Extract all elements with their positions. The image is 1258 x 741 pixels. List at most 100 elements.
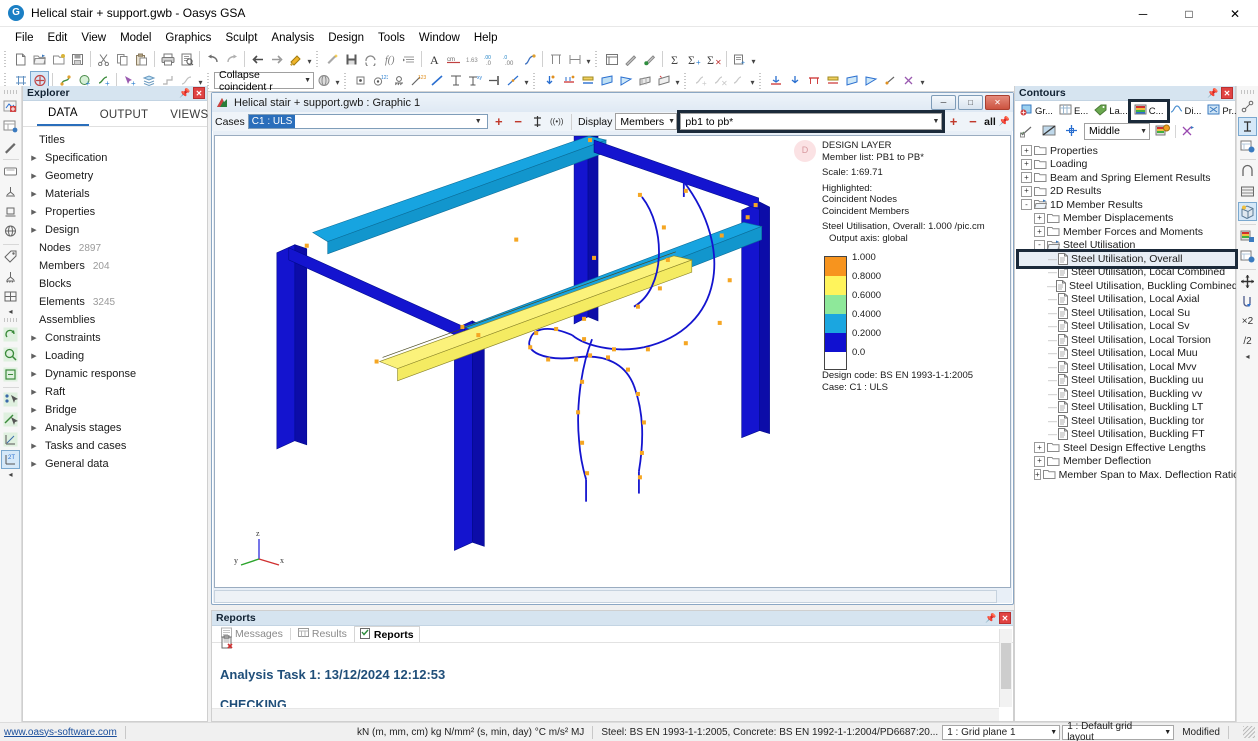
reports-vertical-scrollbar[interactable] bbox=[999, 629, 1012, 707]
zoom-icon[interactable] bbox=[1, 345, 20, 364]
move-icon[interactable] bbox=[1238, 272, 1257, 291]
cut-icon[interactable] bbox=[94, 50, 113, 69]
contours-item-1d-member-results[interactable]: - 1D Member Results bbox=[1019, 198, 1235, 212]
expand-icon[interactable]: + bbox=[1034, 442, 1045, 454]
toolbar-grip[interactable] bbox=[316, 51, 321, 67]
menu-item-help[interactable]: Help bbox=[467, 30, 505, 46]
open-recent-icon[interactable] bbox=[49, 50, 68, 69]
centre-icon[interactable] bbox=[1062, 122, 1081, 141]
explorer-item-analysis-stages[interactable]: ▶ Analysis stages bbox=[23, 419, 207, 437]
strip-overflow-caret[interactable]: ◂ bbox=[8, 470, 12, 479]
support-roller-icon[interactable] bbox=[1, 202, 20, 221]
menu-item-design[interactable]: Design bbox=[321, 30, 371, 46]
menu-item-tools[interactable]: Tools bbox=[371, 30, 412, 46]
sum-icon[interactable]: Σ bbox=[666, 50, 685, 69]
chevron-right-icon[interactable]: ▶ bbox=[27, 208, 41, 216]
chevron-right-icon[interactable]: ▶ bbox=[27, 388, 41, 396]
resize-grip[interactable] bbox=[1243, 726, 1255, 738]
toolbar-overflow-caret[interactable]: ▾ bbox=[305, 50, 314, 69]
graphic-close-button[interactable]: ✕ bbox=[985, 95, 1010, 110]
tab-diagrams[interactable]: Di... bbox=[1167, 102, 1205, 120]
explorer-item-dynamic-response[interactable]: ▶ Dynamic response bbox=[23, 365, 207, 383]
shelf-icon[interactable] bbox=[1238, 182, 1257, 201]
close-icon[interactable]: ✕ bbox=[1221, 87, 1233, 99]
arch-icon[interactable] bbox=[1238, 162, 1257, 181]
select-nodes-icon[interactable] bbox=[1, 390, 20, 409]
link-icon[interactable] bbox=[1238, 97, 1257, 116]
toolbar-grip[interactable] bbox=[595, 51, 600, 67]
text-cursor-icon[interactable] bbox=[1238, 117, 1257, 136]
contours-item-steel-utilisation-local-torsion[interactable]: — Steel Utilisation, Local Torsion bbox=[1019, 333, 1235, 347]
tag-icon[interactable] bbox=[1, 247, 20, 266]
chevron-right-icon[interactable]: ▶ bbox=[27, 226, 41, 234]
toolbar-overflow-caret[interactable]: ▾ bbox=[584, 50, 593, 69]
explorer-item-bridge[interactable]: ▶ Bridge bbox=[23, 401, 207, 419]
tab-labels[interactable]: La... bbox=[1091, 102, 1131, 120]
member-add-button[interactable]: + bbox=[945, 112, 961, 131]
contours-item-steel-utilisation[interactable]: - Steel Utilisation bbox=[1019, 239, 1235, 253]
strip-grip[interactable] bbox=[3, 90, 18, 94]
undo-icon[interactable] bbox=[203, 50, 222, 69]
reports-horizontal-scrollbar[interactable] bbox=[212, 708, 999, 721]
explorer-item-constraints[interactable]: ▶ Constraints bbox=[23, 329, 207, 347]
contours-item-steel-utilisation-buckling-uu[interactable]: — Steel Utilisation, Buckling uu bbox=[1019, 374, 1235, 388]
contours-item-2d-results[interactable]: +2D Results bbox=[1019, 185, 1235, 199]
expand-icon[interactable]: + bbox=[1021, 172, 1032, 184]
twist-icon[interactable]: 2T bbox=[1, 450, 20, 469]
sum-plus-icon[interactable]: Σ + bbox=[685, 50, 704, 69]
collapse-icon[interactable]: - bbox=[1034, 239, 1045, 251]
tab-contours[interactable]: C... bbox=[1127, 99, 1170, 123]
rotate-icon[interactable] bbox=[1, 325, 20, 344]
explorer-item-loading[interactable]: ▶ Loading bbox=[23, 347, 207, 365]
collapse-icon[interactable]: - bbox=[1021, 199, 1032, 211]
globe-icon[interactable] bbox=[1, 222, 20, 241]
reports-scroll-thumb[interactable] bbox=[1001, 643, 1011, 689]
contours-item-member-span-to-max-deflection-ratio[interactable]: + Member Span to Max. Deflection Ratio bbox=[1019, 468, 1239, 482]
member-list-combo[interactable]: pb1 to pb* ▼ bbox=[677, 110, 946, 133]
strip-grip[interactable] bbox=[3, 318, 18, 322]
close-button[interactable]: ✕ bbox=[1212, 0, 1258, 27]
contours-item-beam-and-spring-element-results[interactable]: + Beam and Spring Element Results bbox=[1019, 171, 1235, 185]
explorer-item-assemblies[interactable]: Assemblies bbox=[23, 311, 207, 329]
divide-2-label[interactable]: /2 bbox=[1238, 332, 1257, 351]
select-members-icon[interactable] bbox=[1, 410, 20, 429]
contours-item-steel-utilisation-buckling-ft[interactable]: — Steel Utilisation, Buckling FT bbox=[1019, 428, 1235, 442]
case-remove-button[interactable]: − bbox=[510, 112, 526, 131]
contours-item-steel-utilisation-local-combined[interactable]: — Steel Utilisation, Local Combined bbox=[1019, 266, 1235, 280]
explorer-item-materials[interactable]: ▶ Materials bbox=[23, 185, 207, 203]
new-file-icon[interactable] bbox=[11, 50, 30, 69]
contour-fill-icon[interactable] bbox=[1238, 227, 1257, 246]
pin-icon[interactable]: 📌 bbox=[999, 116, 1010, 128]
graphic-viewport[interactable]: D DESIGN LAYER Member list: PB1 to PB* S… bbox=[214, 135, 1011, 588]
contour-props-icon[interactable] bbox=[1238, 247, 1257, 266]
menu-item-analysis[interactable]: Analysis bbox=[264, 30, 321, 46]
chevron-right-icon[interactable]: ▶ bbox=[27, 172, 41, 180]
increase-decimal-icon[interactable]: .00.0 bbox=[482, 50, 501, 69]
decrease-decimal-icon[interactable]: .0.00 bbox=[501, 50, 520, 69]
explorer-item-tasks-and-cases[interactable]: ▶ Tasks and cases bbox=[23, 437, 207, 455]
tab-output[interactable]: OUTPUT bbox=[89, 109, 159, 126]
contours-item-steel-utilisation-local-su[interactable]: — Steel Utilisation, Local Su bbox=[1019, 306, 1235, 320]
support-fix-icon[interactable] bbox=[1, 267, 20, 286]
expand-icon[interactable]: + bbox=[1021, 145, 1032, 157]
contours-item-member-deflection[interactable]: + Member Deflection bbox=[1019, 455, 1235, 469]
forward-icon[interactable] bbox=[267, 50, 286, 69]
explorer-item-general-data[interactable]: ▶ General data bbox=[23, 455, 207, 473]
pin-icon[interactable]: 📌 bbox=[179, 87, 191, 99]
format-painter-icon[interactable] bbox=[286, 50, 305, 69]
report-add-icon[interactable]: + bbox=[730, 50, 749, 69]
grid-plane-combo[interactable]: 1 : Grid plane 1 ▼ bbox=[942, 724, 1061, 740]
graphic-horizontal-scrollbar[interactable] bbox=[214, 590, 997, 603]
graph-axes-icon[interactable] bbox=[1, 430, 20, 449]
minimize-button[interactable]: ─ bbox=[1120, 0, 1166, 27]
graphic-restore-button[interactable]: □ bbox=[958, 95, 983, 110]
list-icon[interactable] bbox=[602, 50, 621, 69]
open-file-icon[interactable] bbox=[30, 50, 49, 69]
refresh-icon[interactable] bbox=[361, 50, 380, 69]
grid-view-icon[interactable] bbox=[1, 287, 20, 306]
expand-icon[interactable]: + bbox=[1021, 158, 1032, 170]
clipboard-delete-icon[interactable] bbox=[220, 635, 991, 653]
cases-combo[interactable]: C1 : ULS ▼ bbox=[247, 114, 488, 129]
explorer-item-properties[interactable]: ▶ Properties bbox=[23, 203, 207, 221]
solid-render-icon[interactable] bbox=[1238, 202, 1257, 221]
